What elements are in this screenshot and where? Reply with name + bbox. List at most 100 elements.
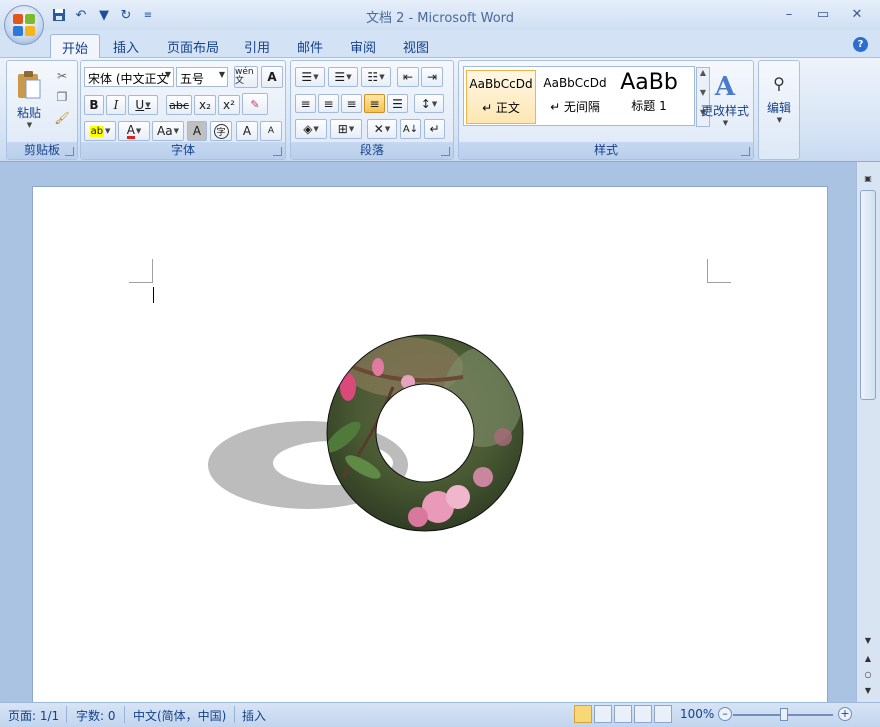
font-launcher-icon[interactable] <box>273 147 282 156</box>
document-page[interactable] <box>32 186 828 716</box>
draft-view-icon[interactable] <box>654 705 672 723</box>
chinese-layout-button[interactable]: ✕ ▼ <box>367 119 397 139</box>
italic-button[interactable]: I <box>106 95 126 115</box>
change-case-label: Aa <box>157 124 173 138</box>
shading-button[interactable]: ◈ ▼ <box>295 119 327 139</box>
format-painter-button[interactable]: 🖌 <box>51 109 73 127</box>
ribbon-tabs: 开始 插入 页面布局 引用 邮件 审阅 视图 <box>0 30 880 58</box>
chevron-down-icon: ▼ <box>313 125 319 133</box>
char-border-button[interactable]: A <box>261 66 283 88</box>
style-no-spacing-sample: AaBbCcDd <box>543 76 607 90</box>
chevron-down-icon: ▼ <box>431 99 438 108</box>
style-no-spacing[interactable]: AaBbCcDd ↵ 无间隔 <box>540 70 610 124</box>
numbering-button[interactable]: ☰ ▼ <box>328 67 358 87</box>
highlight-button[interactable]: ab ▼ <box>84 121 116 141</box>
outdent-icon: ⇤ <box>402 70 414 84</box>
bullets-button[interactable]: ☰ ▼ <box>295 67 325 87</box>
tab-page-layout[interactable]: 页面布局 <box>156 34 230 58</box>
font-name-dropdown[interactable]: 宋体 (中文正文 ▼ <box>84 67 174 87</box>
tab-references[interactable]: 引用 <box>233 34 281 58</box>
chevron-down-icon: ▼ <box>164 70 171 79</box>
paragraph-launcher-icon[interactable] <box>441 147 450 156</box>
align-center-icon: ≡ <box>323 96 334 111</box>
scroll-down-icon[interactable]: ▼ <box>861 634 875 648</box>
tab-insert[interactable]: 插入 <box>102 34 150 58</box>
tab-mailings[interactable]: 邮件 <box>286 34 334 58</box>
line-spacing-button[interactable]: ↕ ▼ <box>414 94 444 113</box>
clipboard-launcher-icon[interactable] <box>65 147 74 156</box>
style-heading-1[interactable]: AaBb 标题 1 <box>614 70 684 124</box>
bold-button[interactable]: B <box>84 95 104 115</box>
editing-button[interactable]: ⚲ 编辑 ▼ <box>761 65 797 133</box>
zoom-out-icon[interactable]: – <box>718 707 732 721</box>
tab-view[interactable]: 视图 <box>392 34 440 58</box>
full-screen-reading-icon[interactable] <box>594 705 612 723</box>
align-center-button[interactable]: ≡ <box>318 94 339 113</box>
chevron-down-icon: ▼ <box>173 127 179 135</box>
ruler-toggle-icon[interactable]: ▣ <box>861 172 875 186</box>
chevron-down-icon: ▼ <box>313 73 319 81</box>
copy-button[interactable]: ❐ <box>51 88 73 106</box>
style-normal[interactable]: AaBbCcDd ↵ 正文 <box>466 70 536 124</box>
zoom-in-icon[interactable]: + <box>838 707 852 721</box>
scrollbar-thumb[interactable] <box>860 190 876 400</box>
styles-launcher-icon[interactable] <box>741 147 750 156</box>
paste-label: 粘贴 <box>16 105 41 120</box>
tab-home[interactable]: 开始 <box>50 34 101 58</box>
superscript-button[interactable]: x² <box>218 95 240 115</box>
next-page-icon[interactable]: ▼ <box>861 684 875 698</box>
minimize-icon[interactable]: – <box>776 4 802 24</box>
show-marks-button[interactable]: ↵ <box>424 119 445 139</box>
align-left-button[interactable]: ≡ <box>295 94 316 113</box>
enclose-chars-button[interactable]: 字 <box>210 121 232 141</box>
sort-button[interactable]: A↓ <box>400 119 421 139</box>
editing-label: 编辑 <box>766 101 791 115</box>
insert-mode[interactable]: 插入 <box>242 707 266 724</box>
justify-button[interactable]: ≡ <box>364 94 385 113</box>
window-title: 文档 2 - Microsoft Word <box>365 11 515 26</box>
previous-page-icon[interactable]: ▲ <box>861 652 875 666</box>
maximize-icon[interactable]: ▭ <box>810 4 836 24</box>
grow-font-button[interactable]: A <box>236 121 258 141</box>
phonetic-guide-button[interactable]: wén 文 <box>234 66 258 88</box>
underline-button[interactable]: U ▼ <box>128 95 158 115</box>
office-button[interactable] <box>4 5 44 45</box>
vertical-scrollbar[interactable]: ▣ ▼ ▲ ○ ▼ <box>856 162 880 702</box>
margin-corner-top-right <box>707 259 731 283</box>
outline-view-icon[interactable] <box>634 705 652 723</box>
close-icon[interactable]: ✕ <box>844 4 870 24</box>
web-layout-icon[interactable] <box>614 705 632 723</box>
strikethrough-button[interactable]: abc <box>166 95 192 115</box>
change-case-button[interactable]: Aa ▼ <box>152 121 184 141</box>
shrink-font-button[interactable]: A <box>260 121 282 141</box>
enclose-chars-label: 字 <box>213 123 229 139</box>
font-color-button[interactable]: A ▼ <box>118 121 150 141</box>
print-layout-view-icon[interactable] <box>574 705 592 723</box>
select-browse-object-icon[interactable]: ○ <box>861 668 875 682</box>
chevron-down-icon: ▼ <box>145 101 151 109</box>
zoom-slider-thumb[interactable] <box>780 708 788 721</box>
word-count[interactable]: 字数: 0 <box>76 707 116 724</box>
paste-button[interactable]: 粘贴 ▼ <box>11 65 47 133</box>
decrease-indent-button[interactable]: ⇤ <box>397 67 419 87</box>
language-indicator[interactable]: 中文(简体，中国) <box>133 707 226 724</box>
distributed-button[interactable]: ☰ <box>387 94 408 113</box>
help-icon[interactable]: ? <box>853 37 868 52</box>
bullets-icon: ☰ <box>301 70 313 84</box>
clear-format-button[interactable]: ✎ <box>242 93 268 115</box>
paragraph-group-label: 段落 <box>291 142 453 159</box>
font-size-dropdown[interactable]: 五号 ▼ <box>176 67 228 87</box>
align-right-button[interactable]: ≡ <box>341 94 362 113</box>
chevron-down-icon: ▼ <box>348 125 355 133</box>
page-count[interactable]: 页面: 1/1 <box>8 707 59 724</box>
cut-button[interactable]: ✂ <box>51 67 73 85</box>
donut-picture[interactable] <box>203 327 533 537</box>
borders-button[interactable]: ⊞ ▼ <box>330 119 362 139</box>
increase-indent-button[interactable]: ⇥ <box>421 67 443 87</box>
subscript-button[interactable]: x₂ <box>194 95 216 115</box>
tab-review[interactable]: 审阅 <box>339 34 387 58</box>
multilevel-list-button[interactable]: ☷ ▼ <box>361 67 391 87</box>
change-styles-button[interactable]: A 更改样式 ▼ <box>699 65 751 133</box>
char-shading-button[interactable]: A <box>187 121 207 141</box>
zoom-level[interactable]: 100% <box>680 707 714 721</box>
